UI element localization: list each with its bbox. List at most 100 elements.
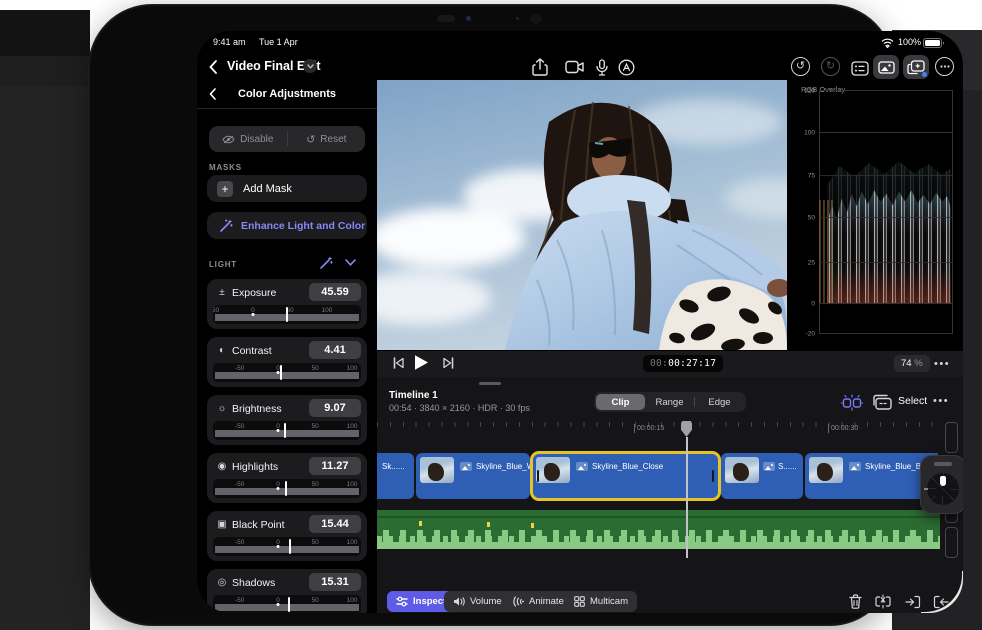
media-browser-button[interactable] — [873, 55, 899, 79]
highlights-value[interactable]: 11.27 — [309, 457, 361, 475]
disable-button[interactable]: Disable — [209, 126, 287, 152]
exposure-value[interactable]: 45.59 — [309, 283, 361, 301]
black-point-ruler[interactable]: -50 0 50 100 — [213, 537, 361, 556]
split-clip-button[interactable] — [873, 592, 893, 611]
trim-start-button[interactable] — [903, 592, 923, 611]
slider-cursor[interactable] — [289, 539, 291, 554]
photo-icon — [849, 462, 861, 471]
slider-contrast[interactable]: ◐ Contrast 4.41 -50 0 50 100 — [207, 337, 367, 387]
origin-dot — [277, 603, 280, 606]
speaker-icon — [453, 596, 465, 607]
delete-button[interactable] — [845, 592, 865, 611]
timecode-display[interactable]: 00:00:27:17 — [643, 355, 723, 372]
microphone-icon[interactable] — [589, 55, 615, 79]
overlay-clips-icon[interactable] — [872, 394, 892, 410]
clip-thumbnail — [420, 457, 454, 483]
light-autoenhance-icon[interactable] — [319, 256, 333, 270]
brightness-ruler[interactable]: -50 0 50 100 — [213, 421, 361, 440]
add-mask-button[interactable]: + Add Mask — [207, 175, 367, 202]
reset-button[interactable]: ↺ Reset — [288, 126, 366, 152]
clip-partial[interactable]: Sk...... — [377, 453, 414, 499]
slider-exposure[interactable]: ± Exposure 45.59 -50 0 50 100 — [207, 279, 367, 329]
slider-cursor[interactable] — [288, 597, 290, 612]
tick-marks — [215, 372, 359, 379]
zoom-level-button[interactable]: 74 % — [894, 355, 930, 372]
annotate-icon[interactable] — [613, 55, 639, 79]
image-icon — [878, 61, 895, 74]
project-title-chevron-icon[interactable] — [303, 59, 317, 73]
shadows-value[interactable]: 15.31 — [309, 573, 361, 591]
exposure-ruler[interactable]: -50 0 50 100 — [213, 305, 361, 324]
camera-sensor2 — [530, 14, 542, 24]
multicam-button[interactable]: Multicam — [565, 591, 637, 612]
scale-label: 100 — [347, 539, 358, 546]
panel-drag-handle[interactable] — [479, 382, 501, 385]
volume-button[interactable]: Volume — [444, 591, 511, 612]
trim-handle-right[interactable] — [712, 470, 714, 482]
clip-s-truncated[interactable]: S...... — [721, 453, 803, 499]
clip-skyline-blue-wide[interactable]: Skyline_Blue_Wide — [416, 453, 530, 499]
play-button[interactable] — [414, 354, 429, 371]
sparkle-clips-icon[interactable] — [841, 394, 863, 411]
gridline-25 — [819, 262, 953, 263]
slider-cursor[interactable] — [286, 307, 288, 322]
timeline-ruler[interactable]: 00:00:15 00:00:30 00:00:45 — [377, 420, 963, 438]
scale-label: -50 — [213, 307, 219, 314]
scale-label: 50 — [311, 481, 318, 488]
clip-skyline-blue-close-selected[interactable]: Skyline_Blue_Close — [532, 453, 719, 499]
camera-record-icon[interactable] — [561, 55, 587, 79]
tick-label: 25 — [787, 260, 815, 267]
backdrop-left-top — [0, 10, 90, 56]
black-point-value[interactable]: 15.44 — [309, 515, 361, 533]
slider-brightness[interactable]: ☼ Brightness 9.07 -50 0 50 100 — [207, 395, 367, 445]
skip-back-button[interactable] — [393, 357, 404, 369]
light-collapse-chevron-icon[interactable] — [345, 259, 356, 266]
more-button[interactable] — [935, 57, 954, 76]
mode-clip[interactable]: Clip — [596, 394, 645, 410]
contrast-ruler[interactable]: -50 0 50 100 — [213, 363, 361, 382]
gridline-0 — [819, 303, 953, 304]
audio-peak — [531, 523, 534, 528]
viewer-more-button[interactable]: ••• — [934, 358, 950, 370]
animate-button[interactable]: Animate — [502, 591, 573, 612]
clip-name: Skyline_Blue_Close — [592, 462, 663, 471]
share-icon[interactable] — [527, 55, 553, 79]
skip-forward-button[interactable] — [443, 357, 454, 369]
inspector-panel-icon[interactable] — [847, 56, 873, 80]
effects-button[interactable] — [903, 55, 929, 79]
brightness-value[interactable]: 9.07 — [309, 399, 361, 417]
video-preview[interactable] — [377, 80, 787, 350]
select-button[interactable]: Select — [898, 395, 927, 407]
gridline-75 — [819, 175, 953, 176]
slider-cursor[interactable] — [284, 423, 286, 438]
slider-highlights[interactable]: ◉ Highlights 11.27 -50 0 50 100 — [207, 453, 367, 503]
slider-black-point[interactable]: ▣ Black Point 15.44 -50 0 50 100 — [207, 511, 367, 561]
jog-drag-bar[interactable] — [934, 462, 952, 466]
tick-label: 0 — [787, 301, 815, 308]
redo-button[interactable]: ↻ — [821, 57, 840, 76]
slider-cursor[interactable] — [285, 481, 287, 496]
slider-cursor[interactable] — [280, 365, 282, 380]
enhance-button[interactable]: Enhance Light and Color — [207, 212, 367, 239]
timeline-more-button[interactable]: ••• — [933, 395, 949, 407]
zoom-value: 74 — [901, 358, 912, 369]
mode-edge[interactable]: Edge — [695, 394, 744, 410]
audio-peak — [487, 522, 490, 527]
trim-handle-left[interactable] — [537, 470, 539, 482]
audio-track[interactable] — [377, 510, 940, 549]
jog-dial[interactable] — [920, 455, 963, 514]
disable-label: Disable — [240, 134, 273, 145]
mode-range[interactable]: Range — [645, 394, 694, 410]
timeline-meta: 00:54 · 3840 × 2160 · HDR · 30 fps — [389, 403, 530, 413]
back-button[interactable] — [209, 57, 221, 77]
shadows-ruler[interactable]: -50 0 50 100 — [213, 595, 361, 613]
origin-dot — [277, 371, 280, 374]
jog-wheel[interactable] — [927, 473, 959, 505]
undo-button[interactable]: ↺ — [791, 57, 810, 76]
slider-shadows[interactable]: ◎ Shadows 15.31 -50 0 50 100 — [207, 569, 367, 613]
inspect-sliders-icon — [396, 596, 408, 607]
clip-skyline-blue-background[interactable]: Skyline_Blue_Backgroun — [805, 453, 938, 499]
highlights-ruler[interactable]: -50 0 50 100 — [213, 479, 361, 498]
contrast-value[interactable]: 4.41 — [309, 341, 361, 359]
masks-section-label: MASKS — [209, 163, 242, 172]
